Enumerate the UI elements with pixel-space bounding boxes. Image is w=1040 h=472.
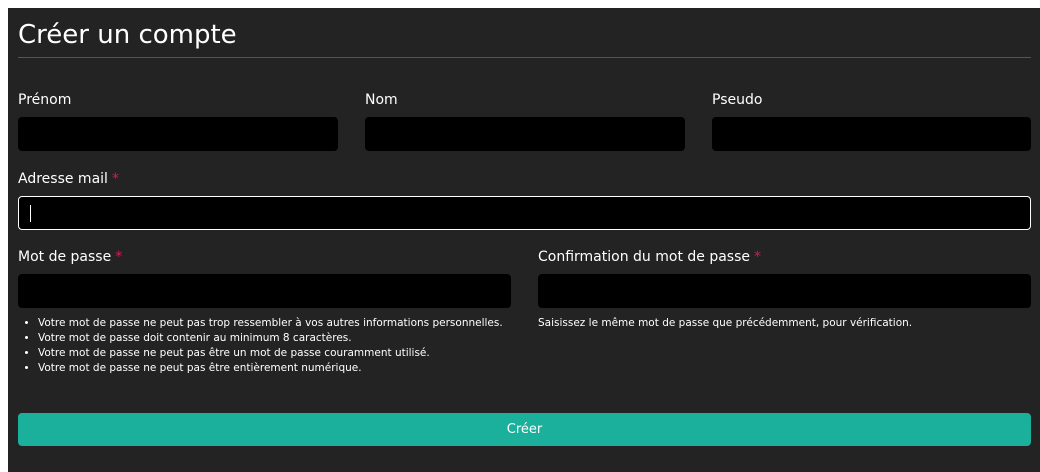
- required-marker: *: [754, 249, 761, 265]
- create-account-button[interactable]: Créer: [18, 413, 1031, 446]
- required-marker: *: [111, 171, 119, 187]
- first-name-input[interactable]: [18, 117, 338, 151]
- username-label: Pseudo: [712, 92, 763, 108]
- email-input[interactable]: [18, 196, 1031, 230]
- first-name-label: Prénom: [18, 92, 72, 108]
- password-confirm-label-row: Confirmation du mot de passe *: [538, 248, 761, 266]
- signup-panel: Créer un compte Prénom Nom Pseudo Adress…: [8, 8, 1040, 472]
- required-marker: *: [115, 249, 123, 265]
- password-confirm-input[interactable]: [538, 274, 1031, 308]
- password-label: Mot de passe: [18, 249, 112, 265]
- text-caret: [30, 205, 31, 222]
- page-title: Créer un compte: [18, 20, 237, 50]
- password-label-row: Mot de passe *: [18, 248, 122, 266]
- password-help-item: Votre mot de passe ne peut pas être un m…: [38, 346, 508, 361]
- last-name-label: Nom: [365, 92, 398, 108]
- last-name-input[interactable]: [365, 117, 685, 151]
- password-input[interactable]: [18, 274, 511, 308]
- password-confirm-help: Saisissez le même mot de passe que précé…: [538, 317, 913, 329]
- password-confirm-label: Confirmation du mot de passe: [538, 249, 750, 265]
- title-divider: [18, 57, 1031, 58]
- password-help-item: Votre mot de passe doit contenir au mini…: [38, 331, 508, 346]
- password-help-item: Votre mot de passe ne peut pas être enti…: [38, 361, 508, 376]
- password-help-list: Votre mot de passe ne peut pas trop ress…: [18, 316, 508, 376]
- email-label-row: Adresse mail *: [18, 170, 119, 188]
- username-input[interactable]: [712, 117, 1031, 151]
- password-help-item: Votre mot de passe ne peut pas trop ress…: [38, 316, 508, 331]
- email-label: Adresse mail: [18, 171, 108, 187]
